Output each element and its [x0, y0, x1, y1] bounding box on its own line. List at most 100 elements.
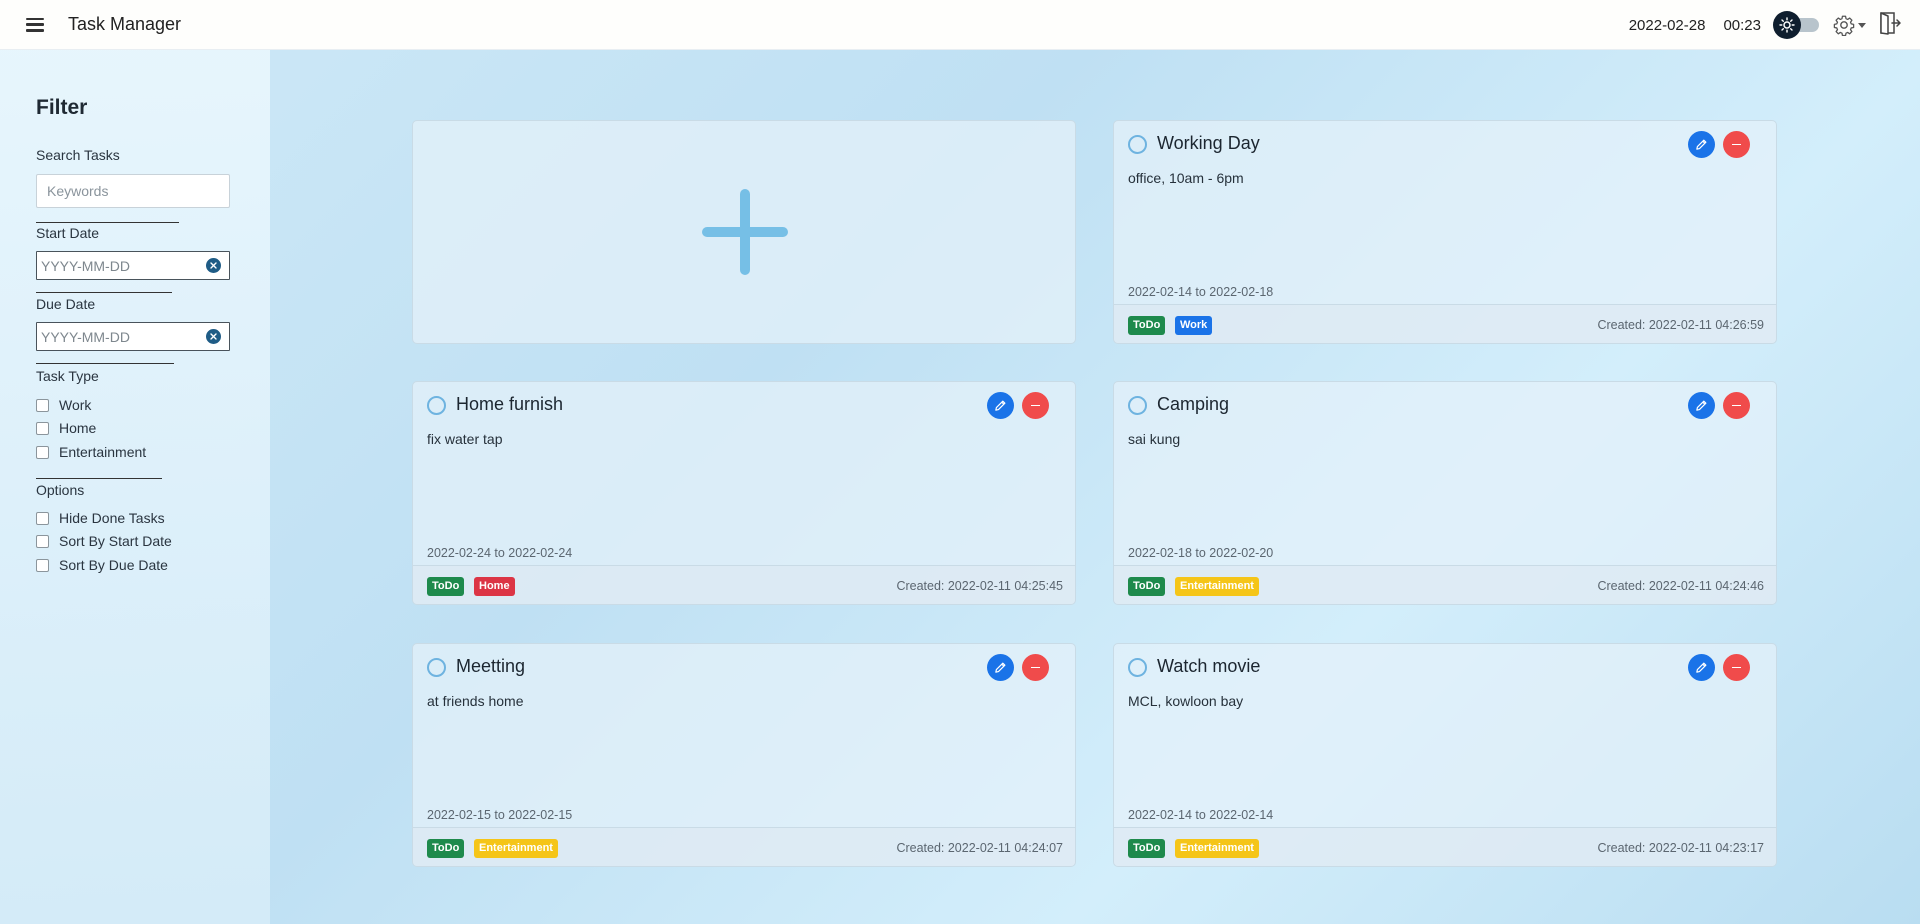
- task-date-range: 2022-02-24 to 2022-02-24: [427, 546, 573, 560]
- status-badge: ToDo: [427, 577, 465, 596]
- task-title: Meetting: [456, 656, 526, 676]
- divider: [36, 478, 162, 479]
- task-date-range: 2022-02-18 to 2022-02-20: [1128, 546, 1274, 560]
- type-badge: Entertainment: [1175, 839, 1259, 858]
- task-footer: ToDo Entertainment Created: 2022-02-11 0…: [1114, 565, 1776, 604]
- type-checkbox-home[interactable]: Home: [36, 420, 96, 436]
- theme-toggle[interactable]: [1773, 11, 1819, 39]
- minus-icon[interactable]: [1022, 654, 1049, 681]
- divider: [36, 292, 172, 293]
- task-card: Watch movie MCL, kowloon bay 2022-02-14 …: [1113, 643, 1777, 867]
- minus-icon[interactable]: [1723, 131, 1750, 158]
- current-date: 2022-02-28: [1628, 16, 1706, 34]
- checkbox-label: Hide Done Tasks: [59, 510, 165, 526]
- minus-icon[interactable]: [1723, 392, 1750, 419]
- pencil-icon[interactable]: [987, 654, 1014, 681]
- status-badge: ToDo: [1128, 577, 1166, 596]
- task-card: Meetting at friends home 2022-02-15 to 2…: [412, 643, 1076, 867]
- task-type-label: Task Type: [36, 368, 99, 384]
- clear-x-icon[interactable]: [206, 329, 221, 344]
- type-badge: Entertainment: [474, 839, 558, 858]
- done-toggle-circle[interactable]: [1128, 396, 1147, 415]
- checkbox[interactable]: [36, 421, 49, 435]
- checkbox-label: Sort By Start Date: [59, 533, 172, 549]
- task-footer: ToDo Work Created: 2022-02-11 04:26:59: [1114, 304, 1776, 343]
- option-hide-done[interactable]: Hide Done Tasks: [36, 510, 165, 526]
- start-date-input[interactable]: [36, 251, 230, 280]
- task-footer: ToDo Entertainment Created: 2022-02-11 0…: [413, 827, 1075, 866]
- checkbox[interactable]: [36, 558, 49, 572]
- option-sort-due[interactable]: Sort By Due Date: [36, 557, 168, 573]
- created-timestamp: Created: 2022-02-11 04:25:45: [896, 579, 1063, 593]
- created-timestamp: Created: 2022-02-11 04:23:17: [1597, 841, 1764, 855]
- checkbox-label: Home: [59, 420, 97, 436]
- filter-title: Filter: [36, 96, 88, 119]
- due-date-input[interactable]: [36, 322, 230, 351]
- current-time: 00:23: [1723, 16, 1761, 34]
- task-card: Working Day office, 10am - 6pm 2022-02-1…: [1113, 120, 1777, 344]
- search-input[interactable]: [36, 174, 230, 208]
- pencil-icon[interactable]: [1688, 654, 1715, 681]
- hamburger-icon[interactable]: [26, 17, 44, 32]
- pencil-icon[interactable]: [1688, 131, 1715, 158]
- type-checkbox-entertainment[interactable]: Entertainment: [36, 444, 146, 460]
- checkbox-label: Sort By Due Date: [59, 557, 168, 573]
- task-description: at friends home: [427, 693, 524, 709]
- filter-sidebar: Filter Search Tasks Start Date Due Date …: [0, 50, 270, 924]
- task-title: Watch movie: [1157, 656, 1261, 676]
- app-title: Task Manager: [68, 14, 182, 34]
- option-sort-start[interactable]: Sort By Start Date: [36, 533, 172, 549]
- checkbox[interactable]: [36, 445, 49, 459]
- task-footer: ToDo Home Created: 2022-02-11 04:25:45: [413, 565, 1075, 604]
- task-description: fix water tap: [427, 431, 503, 447]
- start-date-label: Start Date: [36, 225, 100, 241]
- task-title: Home furnish: [456, 394, 564, 414]
- task-date-range: 2022-02-14 to 2022-02-14: [1128, 808, 1274, 822]
- due-date-label: Due Date: [36, 296, 96, 312]
- status-badge: ToDo: [427, 839, 465, 858]
- add-task-card[interactable]: [412, 120, 1076, 344]
- pencil-icon[interactable]: [987, 392, 1014, 419]
- checkbox[interactable]: [36, 511, 49, 525]
- task-description: office, 10am - 6pm: [1128, 170, 1244, 186]
- task-card: Camping sai kung 2022-02-18 to 2022-02-2…: [1113, 381, 1777, 605]
- divider: [36, 363, 174, 364]
- checkbox-label: Work: [59, 397, 92, 413]
- sun-icon: [1773, 11, 1801, 39]
- task-description: sai kung: [1128, 431, 1181, 447]
- top-bar: Task Manager 2022-02-28 00:23: [0, 0, 1920, 50]
- minus-icon[interactable]: [1022, 392, 1049, 419]
- checkbox[interactable]: [36, 398, 49, 412]
- task-footer: ToDo Entertainment Created: 2022-02-11 0…: [1114, 827, 1776, 866]
- gear-icon: [1833, 15, 1855, 36]
- created-timestamp: Created: 2022-02-11 04:26:59: [1597, 318, 1764, 332]
- checkbox-label: Entertainment: [59, 444, 147, 460]
- task-title: Camping: [1157, 394, 1230, 414]
- checkbox[interactable]: [36, 534, 49, 548]
- done-toggle-circle[interactable]: [427, 396, 446, 415]
- chevron-down-icon: [1858, 22, 1866, 28]
- done-toggle-circle[interactable]: [427, 658, 446, 677]
- search-label: Search Tasks: [36, 147, 120, 163]
- done-toggle-circle[interactable]: [1128, 135, 1147, 154]
- task-description: MCL, kowloon bay: [1128, 693, 1244, 709]
- type-checkbox-work[interactable]: Work: [36, 397, 91, 413]
- created-timestamp: Created: 2022-02-11 04:24:07: [896, 841, 1063, 855]
- status-badge: ToDo: [1128, 839, 1166, 858]
- status-badge: ToDo: [1128, 316, 1166, 335]
- task-date-range: 2022-02-15 to 2022-02-15: [427, 808, 573, 822]
- task-card: Home furnish fix water tap 2022-02-24 to…: [412, 381, 1076, 605]
- clear-x-icon[interactable]: [206, 258, 221, 273]
- minus-icon[interactable]: [1723, 654, 1750, 681]
- done-toggle-circle[interactable]: [1128, 658, 1147, 677]
- options-label: Options: [36, 482, 85, 498]
- task-title: Working Day: [1157, 133, 1260, 153]
- type-badge: Work: [1175, 316, 1213, 335]
- type-badge: Home: [474, 577, 515, 596]
- divider: [36, 222, 179, 223]
- type-badge: Entertainment: [1175, 577, 1259, 596]
- pencil-icon[interactable]: [1688, 392, 1715, 419]
- exit-door-icon[interactable]: [1878, 11, 1902, 40]
- settings-dropdown[interactable]: [1833, 14, 1866, 36]
- task-date-range: 2022-02-14 to 2022-02-18: [1128, 285, 1274, 299]
